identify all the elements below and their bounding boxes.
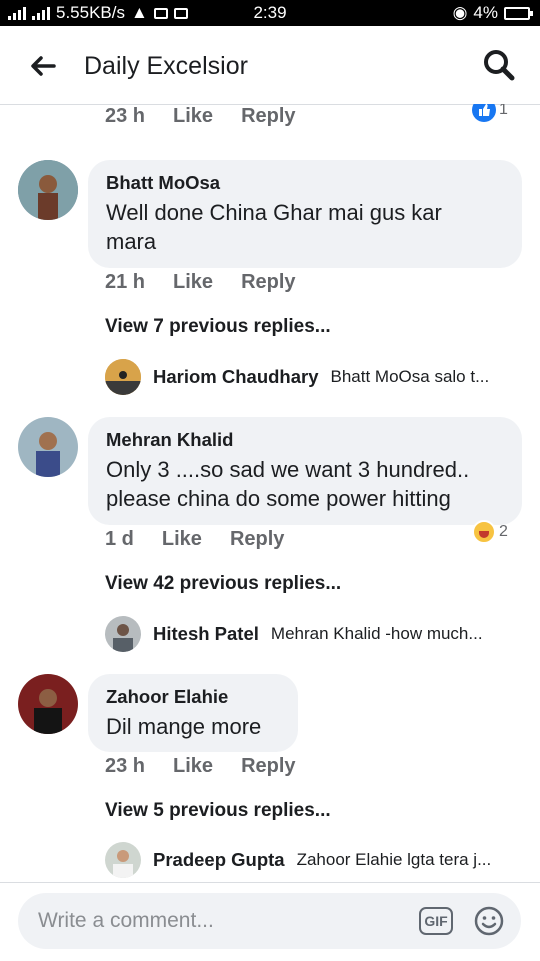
comment-time: 23 h bbox=[105, 755, 146, 777]
comment-meta: 23 h Like Reply bbox=[105, 755, 296, 778]
emoji-icon[interactable] bbox=[473, 905, 505, 937]
reply-author: Pradeep Gupta bbox=[153, 849, 285, 870]
comment-input[interactable]: Write a comment... GIF bbox=[18, 893, 521, 949]
battery-percent: 4% bbox=[473, 3, 498, 22]
comment-bubble[interactable]: Mehran Khalid Only 3 ....so sad we want … bbox=[88, 417, 522, 525]
avatar bbox=[105, 842, 141, 878]
like-reaction-icon bbox=[472, 104, 496, 122]
comment-text-line: Well done China Ghar mai gus kar bbox=[106, 200, 442, 225]
reply-text: Mehran Khalid -how much... bbox=[270, 624, 483, 643]
page-title: Daily Excelsior bbox=[84, 52, 248, 80]
avatar[interactable] bbox=[18, 417, 78, 477]
comment-text: Only 3 ....so sad we want 3 hundred.. pl… bbox=[106, 455, 505, 513]
reply-link[interactable]: Reply bbox=[241, 271, 295, 294]
comment-text-line: mara bbox=[106, 229, 157, 254]
comment-author[interactable]: Zahoor Elahie bbox=[106, 686, 281, 708]
comment-input-placeholder: Write a comment... bbox=[38, 909, 214, 932]
reaction-summary[interactable]: 1 bbox=[472, 104, 508, 122]
like-link[interactable]: Like bbox=[162, 528, 202, 551]
comment-time: 21 h bbox=[105, 271, 146, 293]
haha-reaction-icon bbox=[472, 520, 496, 544]
comment-text-line: Dil mange more bbox=[106, 714, 262, 739]
avatar bbox=[105, 359, 141, 395]
like-link[interactable]: Like bbox=[173, 755, 213, 778]
avatar bbox=[105, 616, 141, 652]
reply-author: Hitesh Patel bbox=[153, 623, 259, 644]
reaction-count: 1 bbox=[499, 104, 508, 118]
avatar[interactable] bbox=[18, 160, 78, 220]
comment-meta: 1 d Like Reply bbox=[105, 528, 284, 551]
avatar[interactable] bbox=[18, 674, 78, 734]
gif-button[interactable]: GIF bbox=[419, 907, 453, 935]
like-link[interactable]: Like bbox=[173, 105, 213, 128]
view-previous-replies[interactable]: View 7 previous replies... bbox=[105, 316, 331, 338]
comment-bubble[interactable]: Bhatt MoOsa Well done China Ghar mai gus… bbox=[88, 160, 522, 268]
comment-author[interactable]: Bhatt MoOsa bbox=[106, 172, 505, 194]
reply-text: Zahoor Elahie lgta tera j... bbox=[296, 850, 492, 869]
comment-text-line: please china do some power hitting bbox=[106, 486, 451, 511]
comments-feed[interactable]: 23 h Like Reply 1 Bhatt MoOsa Well done … bbox=[0, 104, 540, 882]
comment-composer: Write a comment... GIF bbox=[0, 882, 540, 961]
status-right: ◉ 4% bbox=[452, 3, 533, 23]
view-previous-replies[interactable]: View 42 previous replies... bbox=[105, 573, 341, 595]
comment-meta: 21 h Like Reply bbox=[105, 271, 296, 294]
comment-text: Dil mange more bbox=[106, 712, 281, 741]
latest-reply[interactable]: Hariom Chaudhary Bhatt MoOsa salo t... bbox=[105, 359, 489, 395]
view-previous-replies[interactable]: View 5 previous replies... bbox=[105, 800, 331, 822]
latest-reply[interactable]: Hitesh Patel Mehran Khalid -how much... bbox=[105, 616, 483, 652]
reaction-summary[interactable]: 2 bbox=[472, 520, 508, 544]
reply-link[interactable]: Reply bbox=[230, 528, 284, 551]
comment-text-line: Only 3 ....so sad we want 3 hundred.. bbox=[106, 457, 470, 482]
reply-link[interactable]: Reply bbox=[241, 105, 295, 128]
battery-icon bbox=[504, 6, 533, 20]
reaction-count: 2 bbox=[499, 523, 508, 540]
reply-link[interactable]: Reply bbox=[241, 755, 295, 778]
comment-time: 23 h bbox=[105, 105, 146, 127]
comment-meta: 23 h Like Reply bbox=[105, 105, 296, 128]
comment-text: Well done China Ghar mai gus kar mara bbox=[106, 198, 505, 256]
app-bar: Daily Excelsior bbox=[0, 26, 540, 105]
like-link[interactable]: Like bbox=[173, 271, 213, 294]
latest-reply[interactable]: Pradeep Gupta Zahoor Elahie lgta tera j.… bbox=[105, 842, 491, 878]
comment-time: 1 d bbox=[105, 528, 134, 550]
reply-author: Hariom Chaudhary bbox=[153, 366, 319, 387]
search-icon[interactable] bbox=[482, 48, 516, 82]
reply-text: Bhatt MoOsa salo t... bbox=[330, 367, 490, 386]
comment-author[interactable]: Mehran Khalid bbox=[106, 429, 505, 451]
eye-icon: ◉ bbox=[452, 3, 468, 22]
back-arrow-icon[interactable] bbox=[26, 50, 58, 82]
comment-bubble[interactable]: Zahoor Elahie Dil mange more bbox=[88, 674, 298, 752]
status-bar: 5.55KB/s ▲ 2:39 ◉ 4% bbox=[0, 0, 540, 26]
